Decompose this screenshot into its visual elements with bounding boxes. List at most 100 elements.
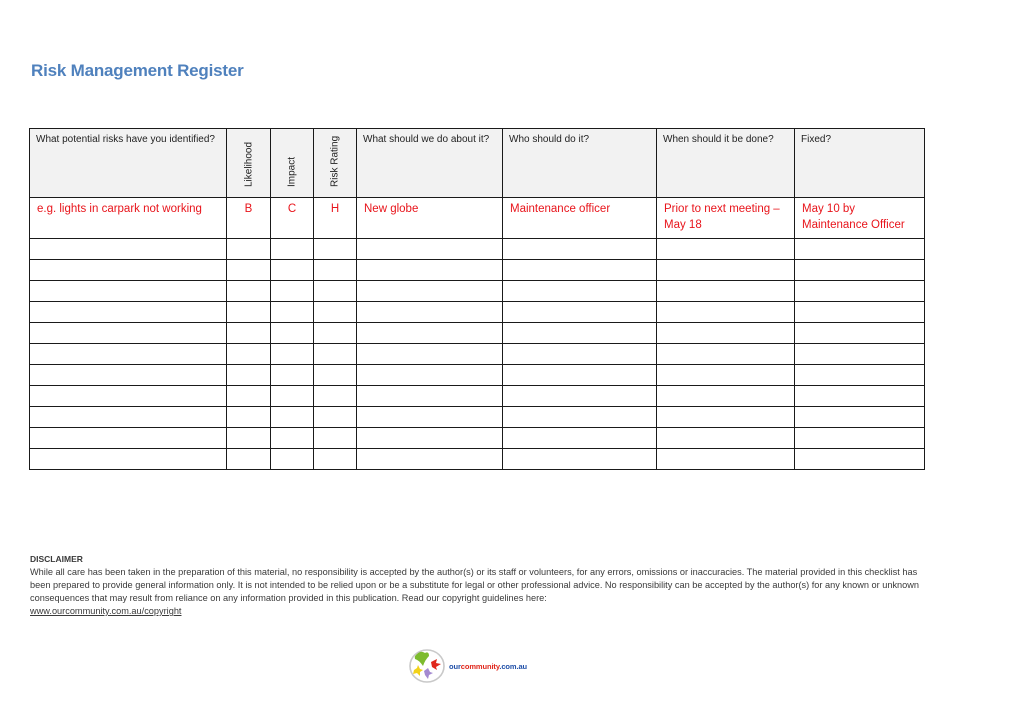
cell-action[interactable]: [356, 448, 503, 470]
cell-fixed[interactable]: [794, 280, 925, 302]
disclaimer-body: While all care has been taken in the pre…: [30, 567, 919, 603]
cell-fixed[interactable]: [794, 364, 925, 386]
cell-risk-rating[interactable]: [313, 238, 357, 260]
cell-risk[interactable]: [29, 364, 227, 386]
cell-likelihood[interactable]: [226, 385, 271, 407]
cell-who[interactable]: [502, 280, 657, 302]
cell-who[interactable]: [502, 238, 657, 260]
cell-fixed[interactable]: [794, 238, 925, 260]
cell-likelihood[interactable]: [226, 322, 271, 344]
cell-risk[interactable]: [29, 259, 227, 281]
example-risk-rating[interactable]: H: [313, 197, 357, 239]
cell-risk[interactable]: [29, 280, 227, 302]
cell-fixed[interactable]: [794, 259, 925, 281]
cell-risk-rating[interactable]: [313, 322, 357, 344]
cell-risk[interactable]: [29, 322, 227, 344]
cell-impact[interactable]: [270, 343, 314, 365]
cell-who[interactable]: [502, 385, 657, 407]
cell-impact[interactable]: [270, 301, 314, 323]
cell-when[interactable]: [656, 364, 795, 386]
cell-risk-rating[interactable]: [313, 406, 357, 428]
cell-action[interactable]: [356, 343, 503, 365]
cell-risk[interactable]: [29, 448, 227, 470]
cell-likelihood[interactable]: [226, 406, 271, 428]
cell-risk-rating[interactable]: [313, 385, 357, 407]
cell-when[interactable]: [656, 427, 795, 449]
cell-who[interactable]: [502, 322, 657, 344]
cell-action[interactable]: [356, 385, 503, 407]
cell-fixed[interactable]: [794, 322, 925, 344]
cell-impact[interactable]: [270, 406, 314, 428]
cell-action[interactable]: [356, 259, 503, 281]
cell-fixed[interactable]: [794, 343, 925, 365]
cell-action[interactable]: [356, 427, 503, 449]
cell-who[interactable]: [502, 364, 657, 386]
cell-impact[interactable]: [270, 280, 314, 302]
cell-impact[interactable]: [270, 427, 314, 449]
cell-fixed[interactable]: [794, 301, 925, 323]
cell-when[interactable]: [656, 280, 795, 302]
cell-fixed[interactable]: [794, 448, 925, 470]
cell-when[interactable]: [656, 448, 795, 470]
cell-who[interactable]: [502, 301, 657, 323]
example-impact[interactable]: C: [270, 197, 314, 239]
copyright-link[interactable]: www.ourcommunity.com.au/copyright: [30, 606, 181, 616]
cell-action[interactable]: [356, 322, 503, 344]
cell-action[interactable]: [356, 280, 503, 302]
cell-likelihood[interactable]: [226, 301, 271, 323]
cell-likelihood[interactable]: [226, 238, 271, 260]
table-row: [29, 364, 925, 386]
cell-likelihood[interactable]: [226, 259, 271, 281]
cell-when[interactable]: [656, 406, 795, 428]
cell-likelihood[interactable]: [226, 427, 271, 449]
disclaimer-heading: DISCLAIMER: [30, 554, 83, 564]
cell-risk-rating[interactable]: [313, 448, 357, 470]
cell-impact[interactable]: [270, 322, 314, 344]
cell-impact[interactable]: [270, 238, 314, 260]
cell-likelihood[interactable]: [226, 448, 271, 470]
cell-when[interactable]: [656, 259, 795, 281]
example-who[interactable]: Maintenance officer: [502, 197, 657, 239]
cell-fixed[interactable]: [794, 406, 925, 428]
cell-risk[interactable]: [29, 238, 227, 260]
cell-impact[interactable]: [270, 364, 314, 386]
cell-impact[interactable]: [270, 385, 314, 407]
cell-who[interactable]: [502, 448, 657, 470]
cell-likelihood[interactable]: [226, 364, 271, 386]
cell-when[interactable]: [656, 385, 795, 407]
cell-who[interactable]: [502, 343, 657, 365]
cell-who[interactable]: [502, 259, 657, 281]
cell-impact[interactable]: [270, 448, 314, 470]
cell-risk-rating[interactable]: [313, 364, 357, 386]
cell-when[interactable]: [656, 301, 795, 323]
cell-who[interactable]: [502, 427, 657, 449]
example-when[interactable]: Prior to next meeting – May 18: [656, 197, 795, 239]
cell-risk-rating[interactable]: [313, 427, 357, 449]
cell-risk[interactable]: [29, 385, 227, 407]
cell-when[interactable]: [656, 322, 795, 344]
cell-risk-rating[interactable]: [313, 259, 357, 281]
cell-action[interactable]: [356, 364, 503, 386]
cell-risk-rating[interactable]: [313, 343, 357, 365]
example-action[interactable]: New globe: [356, 197, 503, 239]
cell-likelihood[interactable]: [226, 343, 271, 365]
cell-when[interactable]: [656, 238, 795, 260]
example-risk[interactable]: e.g. lights in carpark not working: [29, 197, 227, 239]
cell-risk[interactable]: [29, 343, 227, 365]
cell-risk[interactable]: [29, 406, 227, 428]
example-likelihood[interactable]: B: [226, 197, 271, 239]
cell-fixed[interactable]: [794, 427, 925, 449]
cell-who[interactable]: [502, 406, 657, 428]
cell-impact[interactable]: [270, 259, 314, 281]
cell-action[interactable]: [356, 301, 503, 323]
cell-risk[interactable]: [29, 301, 227, 323]
cell-action[interactable]: [356, 238, 503, 260]
cell-risk-rating[interactable]: [313, 301, 357, 323]
cell-likelihood[interactable]: [226, 280, 271, 302]
cell-action[interactable]: [356, 406, 503, 428]
cell-risk-rating[interactable]: [313, 280, 357, 302]
cell-when[interactable]: [656, 343, 795, 365]
cell-fixed[interactable]: [794, 385, 925, 407]
example-fixed[interactable]: May 10 by Maintenance Officer: [794, 197, 925, 239]
cell-risk[interactable]: [29, 427, 227, 449]
